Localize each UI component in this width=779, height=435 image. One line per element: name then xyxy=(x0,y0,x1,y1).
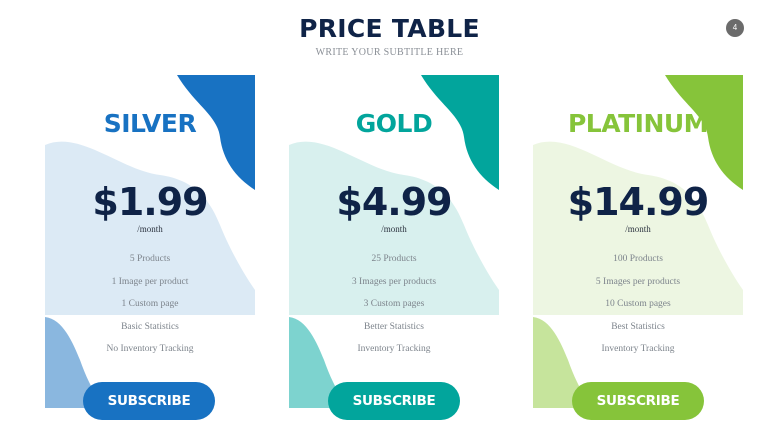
feature-list: 100 Products 5 Images per products 10 Cu… xyxy=(533,254,743,367)
subscribe-button-gold[interactable]: SUBSCRIBE xyxy=(328,382,460,420)
plan-price: $14.99 xyxy=(567,180,710,224)
feature-list: 5 Products 1 Image per product 1 Custom … xyxy=(45,254,255,367)
feature-item: Basic Statistics xyxy=(121,321,179,332)
page-subtitle: WRITE YOUR SUBTITLE HERE xyxy=(315,47,464,58)
page-number-badge: 4 xyxy=(726,19,744,37)
plan-name: SILVER xyxy=(103,109,197,138)
subscribe-button-silver[interactable]: SUBSCRIBE xyxy=(83,382,215,420)
feature-item: 100 Products xyxy=(613,254,663,264)
feature-item: 3 Images per products xyxy=(351,276,437,287)
subscribe-button-platinum[interactable]: SUBSCRIBE xyxy=(572,382,704,420)
plan-price: $4.99 xyxy=(336,180,452,224)
page-title: PRICE TABLE xyxy=(299,14,480,43)
pricing-card-gold: GOLD $4.99 /month 25 Products 3 Images p… xyxy=(289,75,499,420)
feature-list: 25 Products 3 Images per products 3 Cust… xyxy=(289,254,499,367)
feature-item: Inventory Tracking xyxy=(601,344,675,354)
feature-item: 25 Products xyxy=(371,254,417,264)
feature-item: 1 Custom page xyxy=(121,299,179,309)
feature-item: 5 Products xyxy=(129,254,171,264)
feature-item: 5 Images per products xyxy=(595,276,681,287)
plan-period: /month xyxy=(137,224,163,234)
feature-item: Better Statistics xyxy=(364,321,424,332)
feature-item: Inventory Tracking xyxy=(357,344,431,354)
feature-item: 10 Custom pages xyxy=(605,299,671,309)
pricing-card-platinum: PLATINUM $14.99 /month 100 Products 5 Im… xyxy=(533,75,743,420)
pricing-card-silver: SILVER $1.99 /month 5 Products 1 Image p… xyxy=(45,75,255,420)
plan-name: GOLD xyxy=(355,109,433,138)
plan-period: /month xyxy=(381,224,407,234)
plan-name: PLATINUM xyxy=(567,109,709,138)
plan-price: $1.99 xyxy=(92,180,208,224)
feature-item: Best Statistics xyxy=(611,321,665,332)
plan-period: /month xyxy=(625,224,651,234)
feature-item: 3 Custom pages xyxy=(363,299,425,309)
feature-item: 1 Image per product xyxy=(111,276,189,287)
feature-item: No Inventory Tracking xyxy=(106,344,194,354)
